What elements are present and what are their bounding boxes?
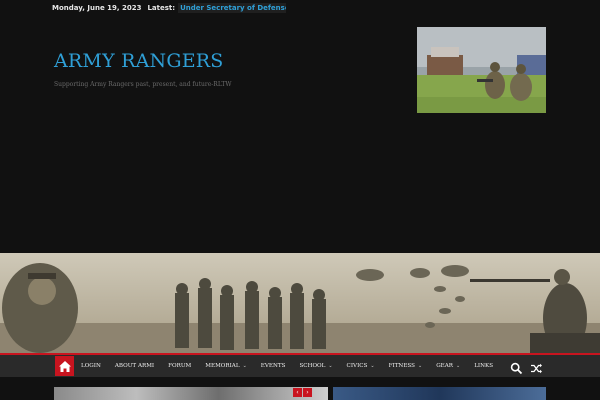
header-photo[interactable] (417, 27, 546, 113)
news-ticker[interactable]: Under Secretary of Defense for (178, 3, 287, 13)
site-title-link[interactable]: ARMY RANGERS (54, 50, 224, 72)
nav-item-memorial[interactable]: MEMORIAL ⌄ (205, 363, 247, 369)
nav-item-civics[interactable]: CIVICS ⌄ (347, 363, 375, 369)
nav-item-label: MEMORIAL (205, 363, 240, 369)
shuffle-icon (531, 363, 542, 374)
nav-item-label: SCHOOL (299, 363, 326, 369)
chevron-down-icon: ⌄ (456, 363, 461, 369)
nav-item-label: CIVICS (346, 363, 368, 369)
search-button[interactable] (510, 360, 523, 375)
slider-prev-button[interactable]: ‹ (293, 388, 302, 397)
chevron-down-icon: ⌄ (242, 363, 247, 369)
nav-item-fitness[interactable]: FITNESS ⌄ (389, 363, 423, 369)
chevron-down-icon: ⌄ (328, 363, 333, 369)
featured-slider: ‹ › (0, 387, 600, 400)
nav-item-links[interactable]: LINKS (474, 363, 493, 369)
nav-item-label: LINKS (474, 363, 494, 369)
latest-label: Latest: (147, 4, 176, 12)
current-date: Monday, June 19, 2023 (52, 4, 142, 12)
nav-item-label: GEAR (436, 363, 453, 369)
chevron-down-icon: ⌄ (417, 363, 423, 369)
top-bar: Monday, June 19, 2023 Latest: Under Secr… (52, 3, 287, 13)
nav-item-events[interactable]: EVENTS (261, 363, 286, 369)
nav-item-label: FORUM (168, 363, 192, 369)
search-icon (510, 362, 523, 375)
random-post-button[interactable] (530, 360, 543, 374)
featured-post-thumbnail[interactable] (54, 387, 328, 400)
header-banner-image (0, 253, 600, 353)
slider-next-button[interactable]: › (303, 388, 312, 397)
main-navigation: LOGIN ABOUT ARMI FORUM MEMORIAL ⌄ EVENTS SCHOO… (0, 355, 600, 377)
nav-item-school[interactable]: SCHOOL ⌄ (299, 363, 332, 369)
nav-item-label: EVENTS (260, 363, 286, 369)
nav-item-label: LOGIN (81, 363, 101, 369)
nav-menu: LOGIN ABOUT ARMI FORUM MEMORIAL ⌄ EVENTS SCHOO… (74, 355, 500, 377)
nav-item-forum[interactable]: FORUM (168, 363, 191, 369)
ticker-headline-link[interactable]: Under Secretary of Defense for (180, 4, 286, 12)
nav-item-about-armi[interactable]: ABOUT ARMI (115, 363, 154, 369)
nav-item-label: FITNESS (388, 363, 415, 369)
featured-post-thumbnail-secondary[interactable] (333, 387, 546, 400)
home-icon (58, 360, 71, 372)
nav-item-login[interactable]: LOGIN (81, 363, 101, 369)
chevron-down-icon: ⌄ (370, 363, 375, 369)
nav-item-gear[interactable]: GEAR ⌄ (436, 363, 460, 369)
site-tagline: Supporting Army Rangers past, present, a… (54, 81, 232, 88)
nav-item-label: ABOUT ARMI (114, 363, 155, 369)
home-button[interactable] (55, 356, 74, 376)
